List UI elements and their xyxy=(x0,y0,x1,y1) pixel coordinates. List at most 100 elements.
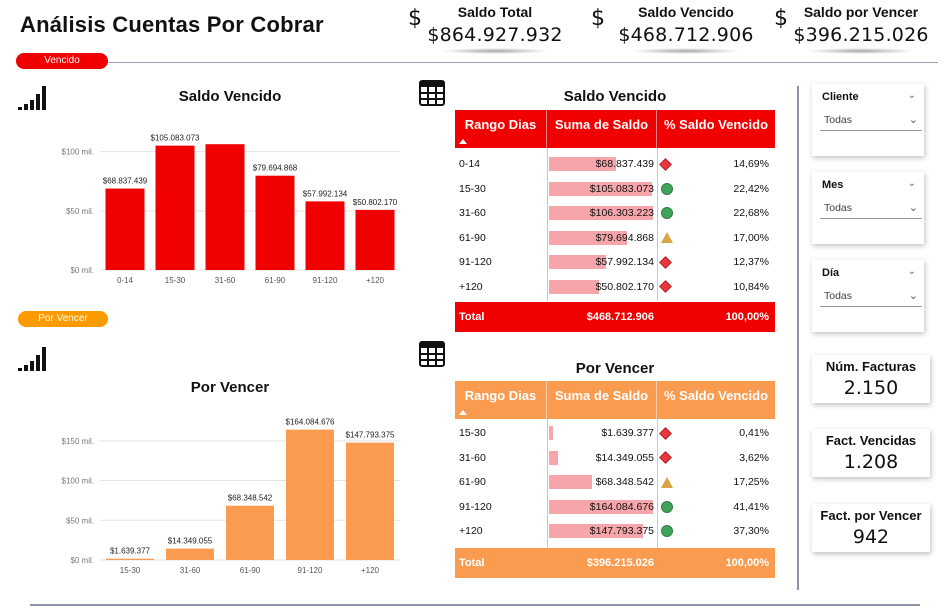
card-label: Núm. Facturas xyxy=(825,359,917,374)
table-icon xyxy=(419,80,445,106)
table-icon xyxy=(419,341,445,367)
col-header-suma[interactable]: Suma de Saldo xyxy=(547,381,657,419)
data-label: $50.802.170 xyxy=(353,198,398,207)
table-row[interactable]: +120 $50.802.170 10,84% xyxy=(455,275,775,300)
collapse-chevron-icon[interactable]: ⌄ xyxy=(908,90,916,101)
slicer-dropdown-dia[interactable]: Todas ⌄ xyxy=(820,287,922,307)
column-divider xyxy=(657,419,658,548)
bar[interactable] xyxy=(226,505,274,560)
cell-saldo: $68.837.439 xyxy=(547,152,657,177)
table-row[interactable]: 91-120 $164.084.676 41,41% xyxy=(455,495,775,520)
table-total-row: Total $396.215.026 100,00% xyxy=(455,547,775,578)
col-header-pct[interactable]: % Saldo Vencido xyxy=(657,110,775,148)
chevron-down-icon[interactable]: ⌄ xyxy=(909,287,918,305)
col-header-pct[interactable]: % Saldo Vencido xyxy=(657,381,775,419)
dollar-icon: $ xyxy=(591,6,605,31)
table-row[interactable]: 31-60 $106.303.223 22,68% xyxy=(455,201,775,226)
kpi-diamond-icon xyxy=(659,280,672,294)
col-header-suma[interactable]: Suma de Saldo xyxy=(547,110,657,148)
section-pill-por-vencer: Por Vencer xyxy=(18,311,108,327)
kpi-shadow xyxy=(440,48,550,54)
table-row[interactable]: 15-30 $105.083.073 22,42% xyxy=(455,177,775,202)
kpi-value: $468.712.906 xyxy=(618,24,754,46)
sort-arrow-icon[interactable] xyxy=(459,139,467,144)
x-tick-label: 61-90 xyxy=(265,276,286,285)
x-tick-label: 15-30 xyxy=(165,276,186,285)
column-divider xyxy=(547,419,548,548)
bar[interactable] xyxy=(106,558,154,560)
bar[interactable] xyxy=(205,144,245,270)
kpi-shadow xyxy=(806,48,916,54)
collapse-chevron-icon[interactable]: ⌄ xyxy=(908,266,916,277)
kpi-label: Saldo por Vencer xyxy=(803,4,919,20)
page-title: Análisis Cuentas Por Cobrar xyxy=(20,12,324,37)
slicer-dropdown-cliente[interactable]: Todas ⌄ xyxy=(820,111,922,131)
chevron-down-icon[interactable]: ⌄ xyxy=(909,111,918,129)
slicer-cliente: Cliente ⌄ Todas ⌄ xyxy=(812,84,924,156)
data-label: $147.793.375 xyxy=(346,431,395,440)
table-row[interactable]: +120 $147.793.375 37,30% xyxy=(455,519,775,544)
table-row[interactable]: 15-30 $1.639.377 0,41% xyxy=(455,421,775,446)
table-row[interactable]: 61-90 $79.694.868 17,00% xyxy=(455,226,775,251)
cell-rango: 31-60 xyxy=(459,451,486,464)
kpi-diamond-icon xyxy=(659,426,672,440)
bar[interactable] xyxy=(105,188,145,270)
col-header-rango[interactable]: Rango Dias xyxy=(455,110,547,148)
col-header-rango[interactable]: Rango Dias xyxy=(455,381,547,419)
bar[interactable] xyxy=(166,548,214,560)
data-bar xyxy=(549,450,558,465)
slicer-dropdown-mes[interactable]: Todas ⌄ xyxy=(820,199,922,219)
cell-rango: +120 xyxy=(459,280,483,293)
table-por-vencer: Rango Dias Suma de Saldo % Saldo Vencido… xyxy=(455,381,775,578)
kpi-value: $396.215.026 xyxy=(793,24,929,46)
total-pct: 100,00% xyxy=(725,311,769,323)
bar-chart-por-vencer: $0 mil. $50 mil. $100 mil. $150 mil. $1.639.… xyxy=(62,418,400,575)
table-row[interactable]: 61-90 $68.348.542 17,25% xyxy=(455,470,775,495)
bar[interactable] xyxy=(286,429,334,560)
cell-pct: 3,62% xyxy=(657,451,773,465)
sort-arrow-icon[interactable] xyxy=(459,410,467,415)
bar[interactable] xyxy=(255,175,295,270)
chevron-down-icon[interactable]: ⌄ xyxy=(909,199,918,217)
cell-rango: 61-90 xyxy=(459,231,486,244)
data-label: $164.084.676 xyxy=(286,418,335,427)
bar-chart-saldo-vencido: $0 mil. $50 mil. $100 mil. $68.837.439 0-14 $… xyxy=(62,134,400,285)
slicer-dia: Día ⌄ Todas ⌄ xyxy=(812,260,924,332)
x-tick-label: 0-14 xyxy=(117,276,134,285)
chart-title-por-vencer: Por Vencer xyxy=(190,379,270,396)
bar[interactable] xyxy=(305,201,345,270)
data-label: $57.992.134 xyxy=(303,189,348,198)
table-row[interactable]: 0-14 $68.837.439 14,69% xyxy=(455,152,775,177)
cell-rango: +120 xyxy=(459,525,483,538)
header-divider xyxy=(20,62,938,63)
cell-pct: 10,84% xyxy=(657,280,773,294)
collapse-chevron-icon[interactable]: ⌄ xyxy=(908,178,916,189)
table-total-row: Total $468.712.906 100,00% xyxy=(455,302,775,332)
table-title-saldo-vencido: Saldo Vencido xyxy=(563,88,667,105)
cell-rango: 61-90 xyxy=(459,476,486,489)
bar[interactable] xyxy=(355,209,395,270)
data-label: $68.837.439 xyxy=(103,177,148,186)
kpi-diamond-icon xyxy=(659,255,672,269)
slicer-label: Día xyxy=(822,267,840,279)
x-tick-label: 91-120 xyxy=(313,276,338,285)
kpi-shadow xyxy=(631,48,741,54)
x-tick-label: +120 xyxy=(366,276,385,285)
cell-rango: 91-120 xyxy=(459,256,492,269)
total-label: Total xyxy=(459,556,485,569)
bar[interactable] xyxy=(155,145,195,270)
table-row[interactable]: 31-60 $14.349.055 3,62% xyxy=(455,446,775,471)
card-label: Fact. Vencidas xyxy=(825,433,917,448)
table-title-por-vencer: Por Vencer xyxy=(575,360,655,377)
data-label: $79.694.868 xyxy=(253,164,298,173)
table-header: Rango Dias Suma de Saldo % Saldo Vencido xyxy=(455,110,775,148)
card-fact-por-vencer: Fact. por Vencer 942 xyxy=(812,504,930,552)
total-pct: 100,00% xyxy=(725,556,769,569)
kpi-triangle-icon xyxy=(661,232,673,244)
kpi-triangle-icon xyxy=(661,476,673,488)
cell-saldo: $14.349.055 xyxy=(547,446,657,471)
table-row[interactable]: 91-120 $57.992.134 12,37% xyxy=(455,250,775,275)
bar[interactable] xyxy=(346,442,394,560)
kpi-saldo-vencido: Saldo Vencido $468.712.906 xyxy=(611,4,761,54)
kpi-label: Saldo Vencido xyxy=(638,4,734,20)
